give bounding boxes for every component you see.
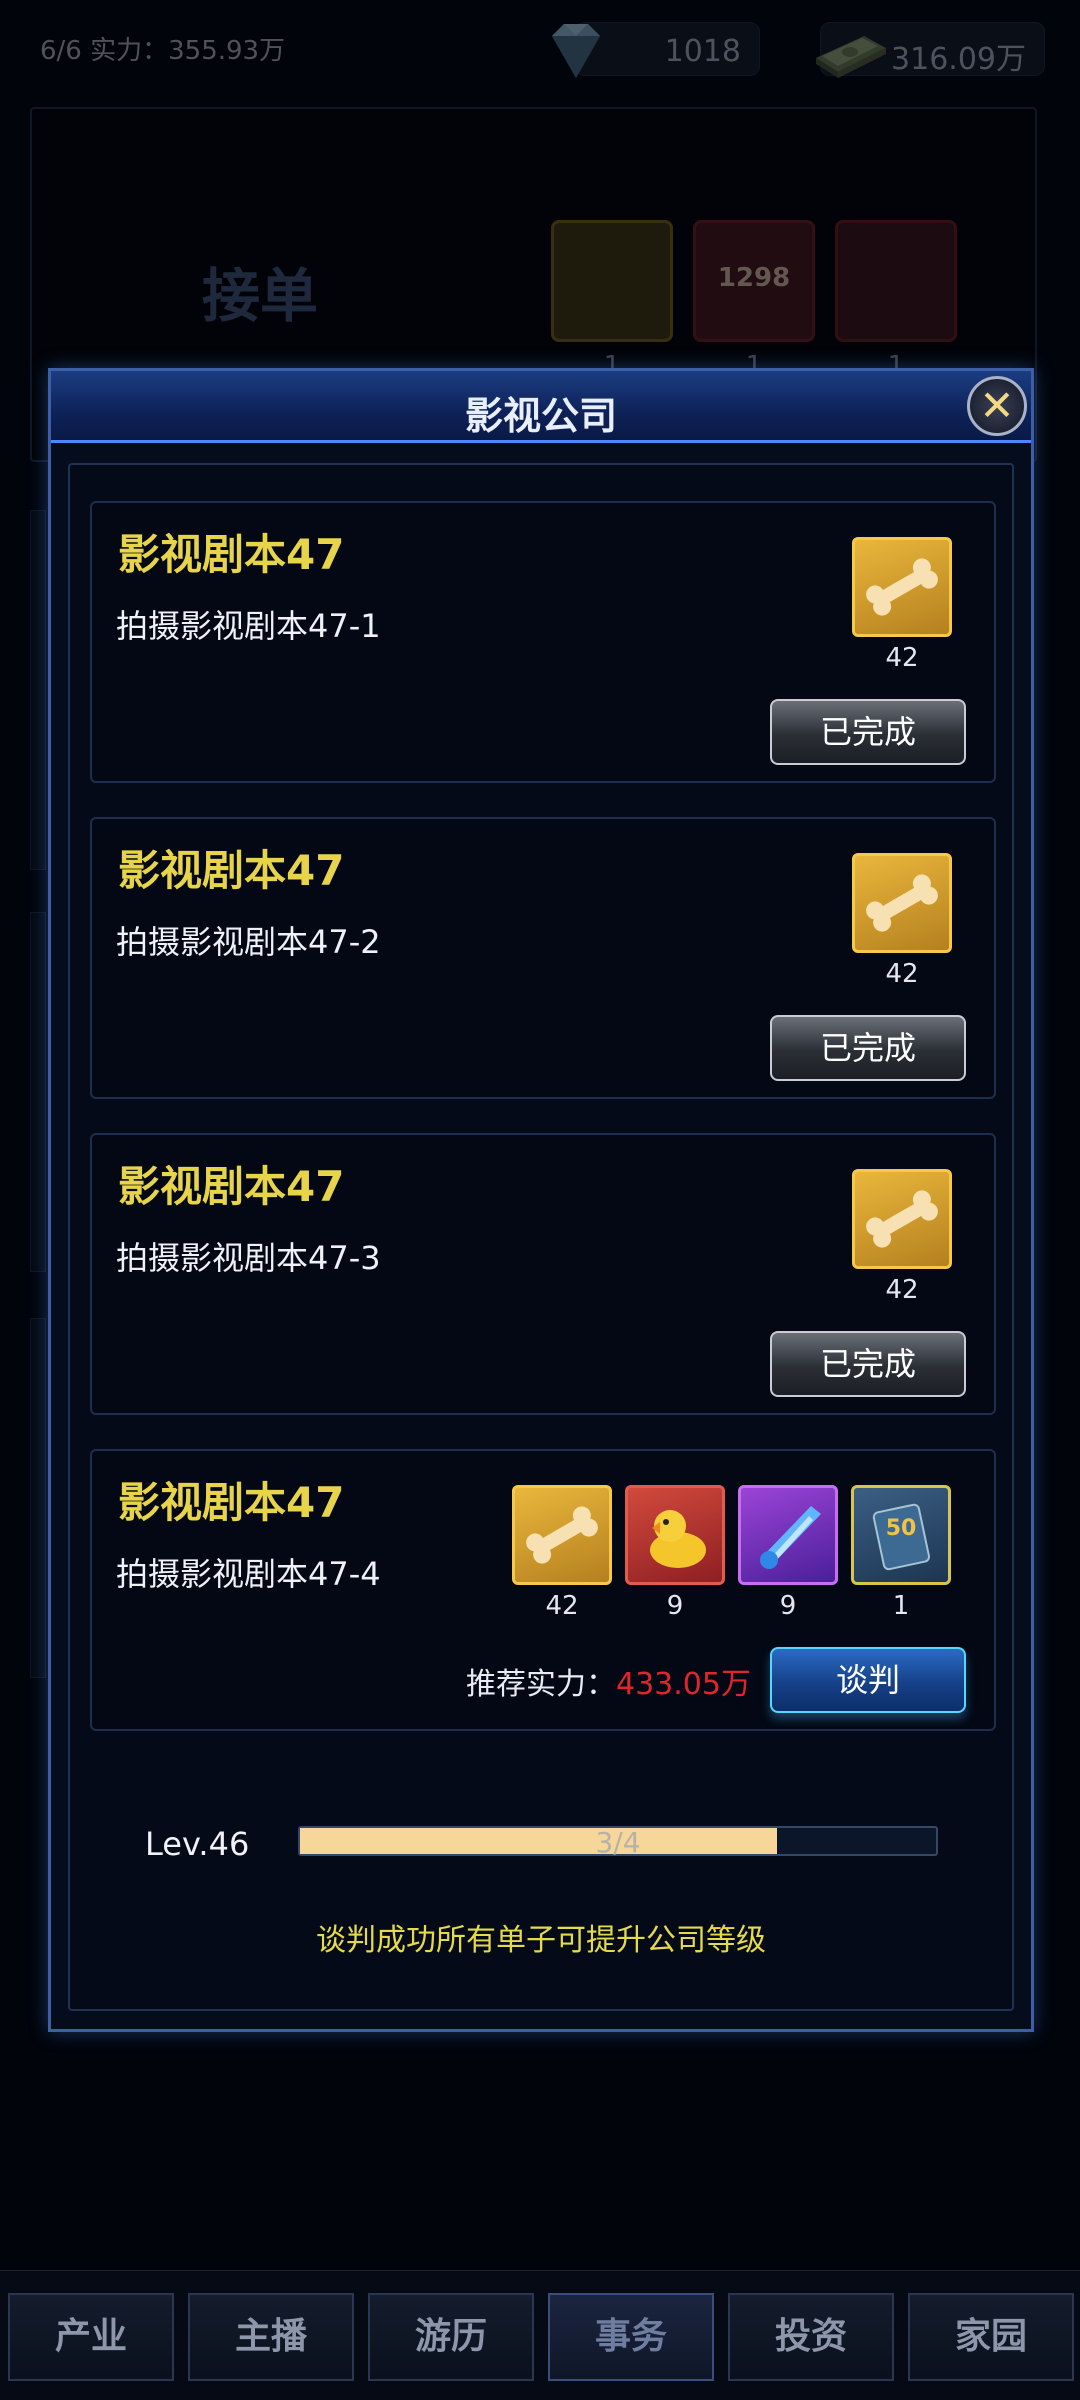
task-desc: 拍摄影视剧本47-3 — [116, 1239, 381, 1277]
bone-icon — [852, 537, 952, 637]
tab-home[interactable]: 家园 — [908, 2293, 1074, 2381]
recommended-power-label: 推荐实力： — [466, 1667, 616, 1702]
reward-item[interactable]: 42 — [852, 853, 952, 989]
reward-item[interactable]: 9 — [625, 1485, 725, 1621]
recommended-power-value: 433.05万 — [616, 1667, 751, 1702]
reward-count: 42 — [885, 959, 919, 989]
task-card: 影视剧本47 拍摄影视剧本47-2 42 已完成 — [90, 817, 996, 1099]
reward-item[interactable]: 42 — [512, 1485, 612, 1621]
negotiate-button[interactable]: 谈判 — [770, 1647, 966, 1713]
tab-investment[interactable]: 投资 — [728, 2293, 894, 2381]
task-desc: 拍摄影视剧本47-4 — [116, 1555, 381, 1593]
dialog-header: 影视公司 ✕ — [51, 371, 1031, 443]
bottom-nav: 产业 主播 游历 事务 投资 家园 — [0, 2270, 1080, 2400]
task-desc: 拍摄影视剧本47-2 — [116, 923, 381, 961]
bone-icon — [852, 853, 952, 953]
task-desc: 拍摄影视剧本47-1 — [116, 607, 381, 645]
task-list: 影视剧本47 拍摄影视剧本47-1 42 已完成 影视剧本47 拍摄影视剧本47… — [68, 463, 1014, 2011]
reward-count: 42 — [885, 643, 919, 673]
level-up-hint: 谈判成功所有单子可提升公司等级 — [316, 1923, 766, 1958]
game-screen: 6/6 实力：355.93万 1018 316.09万 接单 1 1298 1 — [0, 0, 1080, 2400]
reward-item[interactable]: 42 — [852, 1169, 952, 1305]
reward-item[interactable]: 9 — [738, 1485, 838, 1621]
tab-travel[interactable]: 游历 — [368, 2293, 534, 2381]
completed-button[interactable]: 已完成 — [770, 699, 966, 765]
reward-count: 1 — [892, 1591, 910, 1621]
blue-crystal-icon — [738, 1485, 838, 1585]
tab-streamer[interactable]: 主播 — [188, 2293, 354, 2381]
task-card: 影视剧本47 拍摄影视剧本47-1 42 已完成 — [90, 501, 996, 783]
close-button[interactable]: ✕ — [967, 376, 1027, 436]
reward-item[interactable]: 42 — [852, 537, 952, 673]
card-50-icon: 50 — [851, 1485, 951, 1585]
reward-count: 9 — [779, 1591, 797, 1621]
level-progress-bar: 3/4 — [298, 1826, 938, 1859]
task-name: 影视剧本47 — [118, 1162, 345, 1211]
completed-button[interactable]: 已完成 — [770, 1331, 966, 1397]
bone-icon — [852, 1169, 952, 1269]
tab-affairs[interactable]: 事务 — [548, 2293, 714, 2381]
completed-button[interactable]: 已完成 — [770, 1015, 966, 1081]
bone-icon — [512, 1485, 612, 1585]
task-name: 影视剧本47 — [118, 1478, 345, 1527]
film-company-dialog: 影视公司 ✕ 影视剧本47 拍摄影视剧本47-1 42 已完成 影视剧本47 拍… — [48, 368, 1034, 2032]
reward-count: 9 — [666, 1591, 684, 1621]
reward-count: 42 — [885, 1275, 919, 1305]
task-card: 影视剧本47 拍摄影视剧本47-4 42 9 9 50 1 推荐实力：433.0… — [90, 1449, 996, 1731]
level-progress-text: 3/4 — [595, 1826, 641, 1859]
close-icon: ✕ — [979, 381, 1015, 430]
recommended-power: 推荐实力：433.05万 — [466, 1659, 751, 1703]
reward-count: 42 — [545, 1591, 579, 1621]
dialog-title: 影视公司 — [464, 394, 617, 438]
task-name: 影视剧本47 — [118, 530, 345, 579]
task-name: 影视剧本47 — [118, 846, 345, 895]
duck-icon — [625, 1485, 725, 1585]
company-level: Lev.46 — [145, 1825, 250, 1863]
tab-industry[interactable]: 产业 — [8, 2293, 174, 2381]
task-card: 影视剧本47 拍摄影视剧本47-3 42 已完成 — [90, 1133, 996, 1415]
reward-item[interactable]: 50 1 — [851, 1485, 951, 1621]
card-50-label: 50 — [885, 1516, 917, 1541]
